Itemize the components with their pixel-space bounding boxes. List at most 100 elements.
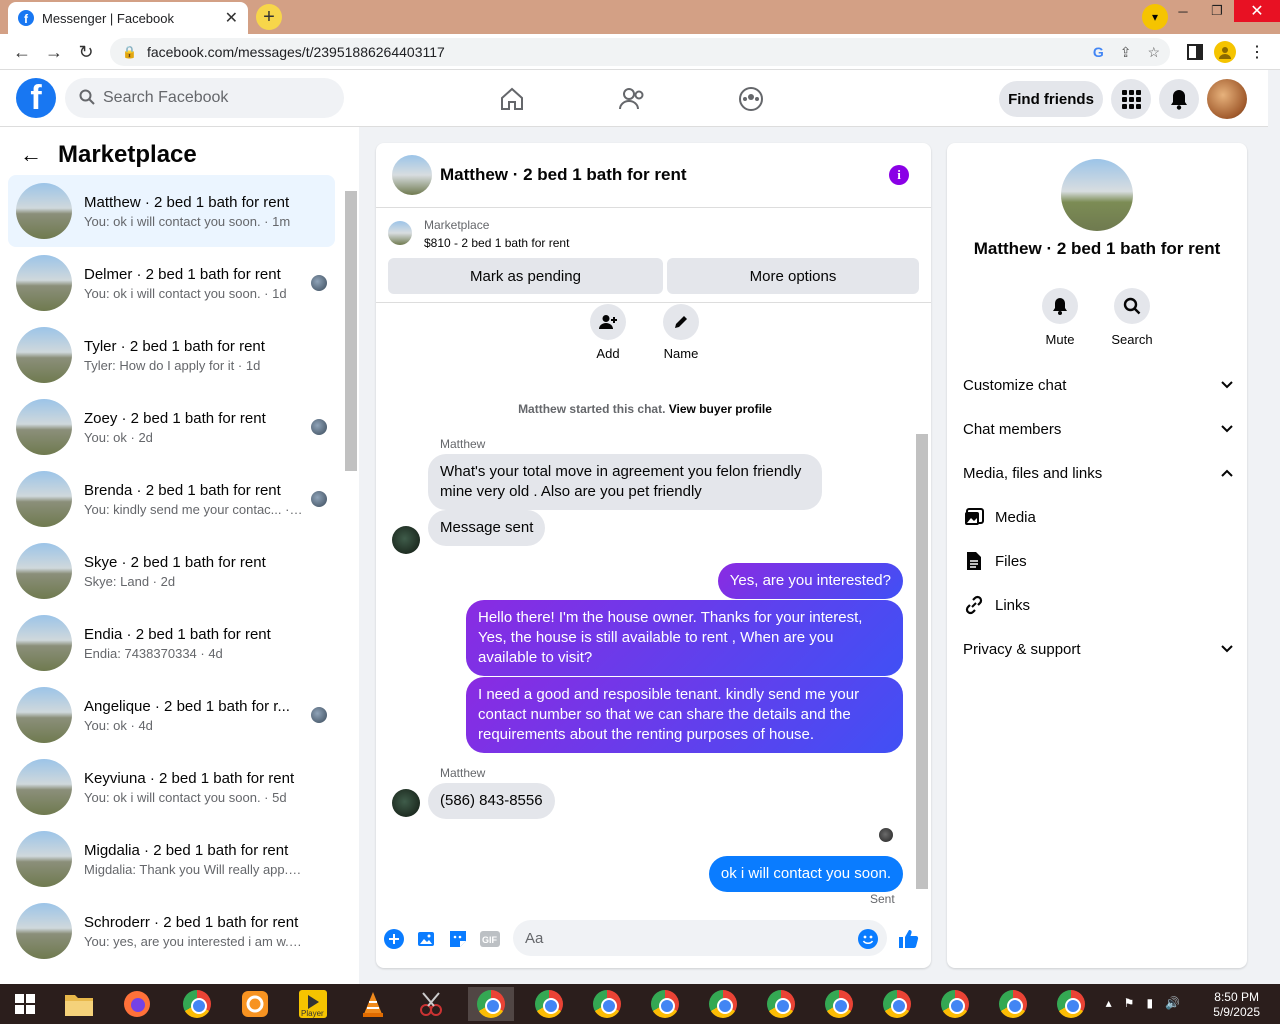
chrome-profile-icon[interactable]	[174, 987, 220, 1021]
add-people-action[interactable]: Add	[590, 304, 626, 361]
gif-icon[interactable]: GIF	[479, 928, 501, 950]
find-friends-button[interactable]: Find friends	[999, 81, 1103, 117]
media-player-icon[interactable]: Player	[290, 987, 336, 1021]
forward-arrow-icon[interactable]: →	[42, 40, 66, 64]
search-in-chat-button[interactable]: Search	[1102, 288, 1162, 347]
menu-grid-icon[interactable]	[1111, 79, 1151, 119]
conversation-item[interactable]: Skye · 2 bed 1 bath for rent Skye: Land ·…	[8, 535, 335, 607]
mute-button[interactable]: Mute	[1030, 288, 1090, 347]
back-arrow-icon[interactable]: ←	[20, 142, 42, 168]
scrollbar-thumb[interactable]	[916, 434, 928, 889]
incoming-message[interactable]: (586) 843-8556	[428, 783, 555, 819]
tab-search-button[interactable]: ▾	[1142, 4, 1168, 30]
google-lens-icon[interactable]: G	[1093, 44, 1104, 61]
browser-tab[interactable]: f Messenger | Facebook ✕	[8, 2, 248, 34]
firefox-icon[interactable]	[114, 987, 160, 1021]
home-icon[interactable]	[497, 84, 527, 114]
incoming-message[interactable]: Message sent	[428, 510, 546, 546]
network-icon[interactable]: ▮	[1146, 996, 1153, 1010]
attach-photo-icon[interactable]	[415, 928, 437, 950]
snipping-tool-icon[interactable]	[408, 987, 454, 1021]
conversation-item[interactable]: Migdalia · 2 bed 1 bath for rent Migdalia…	[8, 823, 335, 895]
windows-start-icon[interactable]	[2, 987, 48, 1021]
listing-avatar[interactable]	[1061, 159, 1133, 231]
restore-button[interactable]: ❐	[1200, 0, 1234, 22]
action-center-flag-icon[interactable]: ⚑	[1124, 996, 1135, 1010]
emoji-icon[interactable]	[857, 928, 879, 950]
conversation-item[interactable]: Delmer · 2 bed 1 bath for rent You: ok i …	[8, 247, 335, 319]
customize-chat-row[interactable]: Customize chat	[963, 373, 1233, 397]
file-explorer-icon[interactable]	[56, 987, 102, 1021]
conversation-item[interactable]: Brenda · 2 bed 1 bath for rent You: kindl…	[8, 463, 335, 535]
profile-icon[interactable]	[1214, 41, 1236, 63]
info-icon[interactable]: i	[889, 165, 909, 185]
chrome-window-icon[interactable]	[526, 987, 572, 1021]
groups-icon[interactable]	[736, 84, 766, 114]
media-files-links-row[interactable]: Media, files and links	[963, 461, 1233, 485]
volume-icon[interactable]: 🔊	[1165, 996, 1180, 1010]
view-buyer-profile-link[interactable]: View buyer profile	[669, 402, 772, 416]
search-facebook-input[interactable]: Search Facebook	[65, 78, 344, 118]
chrome-window-icon[interactable]	[642, 987, 688, 1021]
conversation-item[interactable]: Matthew · 2 bed 1 bath for rent You: ok i…	[8, 175, 335, 247]
outgoing-message[interactable]: Yes, are you interested?	[717, 563, 903, 599]
chrome-window-icon[interactable]	[1048, 987, 1094, 1021]
chrome-window-icon[interactable]	[468, 987, 514, 1021]
conversation-item[interactable]: Keyviuna · 2 bed 1 bath for rent You: ok …	[8, 751, 335, 823]
listing-thumbnail[interactable]	[388, 221, 412, 245]
conversation-item[interactable]: Tyler · 2 bed 1 bath for rent Tyler: How …	[8, 319, 335, 391]
back-arrow-icon[interactable]: ←	[10, 40, 34, 64]
reload-icon[interactable]: ↻	[74, 40, 98, 64]
facebook-logo-icon[interactable]: f	[16, 78, 56, 118]
chrome-window-icon[interactable]	[932, 987, 978, 1021]
new-tab-button[interactable]: +	[256, 4, 282, 30]
nickname-action[interactable]: Name	[663, 304, 699, 361]
lock-icon[interactable]: 🔒	[122, 45, 137, 59]
sender-avatar[interactable]	[392, 789, 420, 817]
chrome-window-icon[interactable]	[874, 987, 920, 1021]
share-icon[interactable]: ⇪	[1120, 44, 1132, 61]
tab-close-icon[interactable]: ✕	[225, 8, 238, 28]
sticker-icon[interactable]	[447, 928, 469, 950]
chrome-window-icon[interactable]	[700, 987, 746, 1021]
close-window-button[interactable]: ✕	[1234, 0, 1280, 22]
clock[interactable]: 8:50 PM 5/9/2025	[1213, 990, 1260, 1020]
conversation-item[interactable]: Zoey · 2 bed 1 bath for rent You: ok · 2d	[8, 391, 335, 463]
account-avatar[interactable]	[1207, 79, 1247, 119]
friends-icon[interactable]	[617, 84, 647, 114]
scrollbar-thumb[interactable]	[345, 191, 357, 471]
thumbs-up-icon[interactable]	[897, 928, 919, 950]
bookmark-star-icon[interactable]: ☆	[1147, 44, 1160, 61]
plus-circle-icon[interactable]	[383, 928, 405, 950]
media-row[interactable]: Media	[963, 505, 1233, 529]
address-bar[interactable]: 🔒 facebook.com/messages/t/23951886264403…	[110, 38, 1170, 66]
message-input[interactable]: Aa	[513, 920, 887, 956]
sender-avatar[interactable]	[392, 526, 420, 554]
files-row[interactable]: Files	[963, 549, 1233, 573]
minimize-button[interactable]: ─	[1166, 0, 1200, 22]
privacy-support-row[interactable]: Privacy & support	[963, 637, 1233, 661]
chrome-window-icon[interactable]	[816, 987, 862, 1021]
incoming-message[interactable]: What's your total move in agreement you …	[428, 454, 822, 510]
chat-avatar[interactable]	[392, 155, 432, 195]
notifications-bell-icon[interactable]	[1159, 79, 1199, 119]
links-row[interactable]: Links	[963, 593, 1233, 617]
outgoing-message[interactable]: Hello there! I'm the house owner. Thanks…	[466, 600, 903, 676]
tray-overflow-icon[interactable]: ▴	[1106, 996, 1112, 1010]
chat-title[interactable]: Matthew · 2 bed 1 bath for rent	[440, 165, 687, 185]
chat-members-row[interactable]: Chat members	[963, 417, 1233, 441]
outgoing-message[interactable]: ok i will contact you soon.	[708, 856, 903, 892]
conversation-item[interactable]: Endia · 2 bed 1 bath for rent Endia: 7438…	[8, 607, 335, 679]
outgoing-message[interactable]: I need a good and resposible tenant. kin…	[466, 677, 903, 753]
chrome-window-icon[interactable]	[990, 987, 1036, 1021]
conversation-item[interactable]: Angelique · 2 bed 1 bath for r... You: ok…	[8, 679, 335, 751]
vlc-icon[interactable]	[350, 987, 396, 1021]
side-panel-icon[interactable]	[1184, 41, 1206, 63]
thread-scrollbar[interactable]	[914, 304, 928, 904]
listing-price-title[interactable]: $810 - 2 bed 1 bath for rent	[424, 236, 569, 250]
conversation-scrollbar[interactable]	[343, 177, 357, 982]
conversation-item[interactable]: Schroderr · 2 bed 1 bath for rent You: ye…	[8, 895, 335, 967]
uc-browser-icon[interactable]	[232, 987, 278, 1021]
chrome-window-icon[interactable]	[758, 987, 804, 1021]
more-options-button[interactable]: More options	[667, 258, 919, 294]
